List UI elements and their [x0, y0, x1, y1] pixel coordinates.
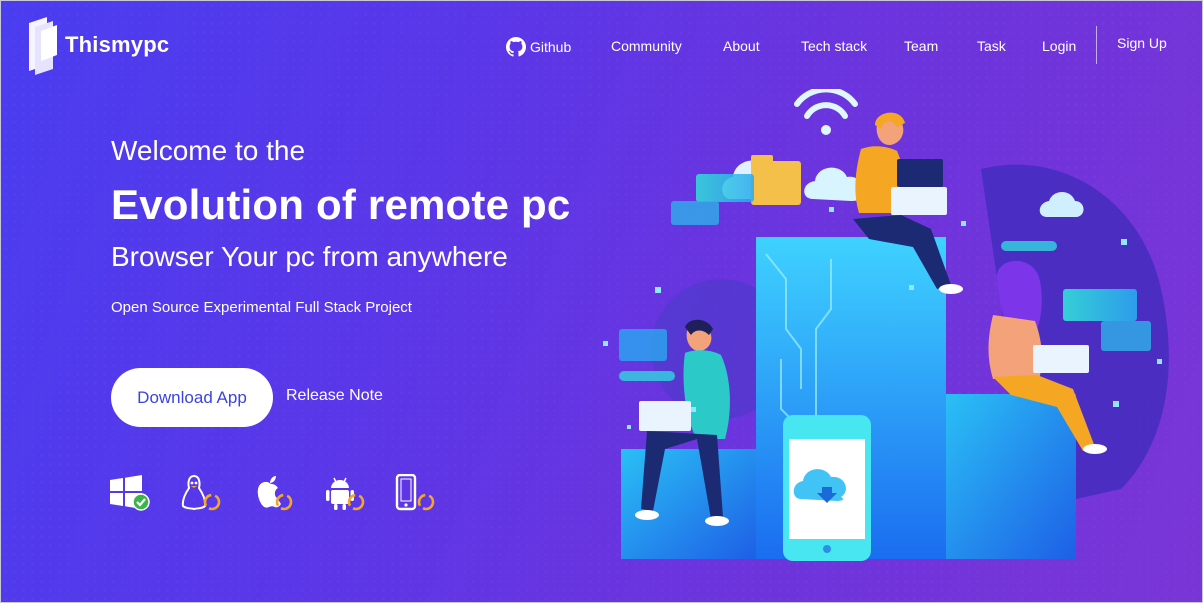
nav-github[interactable]: Github: [506, 37, 571, 57]
info-card: [619, 329, 667, 361]
info-card: [696, 174, 754, 202]
nav-login[interactable]: Login: [1042, 38, 1076, 54]
info-card: [671, 201, 719, 225]
download-app-button[interactable]: Download App: [111, 368, 273, 427]
platform-mobile[interactable]: [395, 474, 439, 514]
page: Thismypc Github Community About Tech sta…: [0, 0, 1203, 603]
nav-signup[interactable]: Sign Up: [1117, 35, 1167, 51]
nav-task[interactable]: Task: [977, 38, 1006, 54]
nav-tech-stack[interactable]: Tech stack: [801, 38, 867, 54]
platform-apple[interactable]: [253, 474, 297, 514]
phone-icon: [783, 415, 871, 561]
platform-linux[interactable]: [181, 474, 225, 514]
apple-icon: [257, 476, 293, 511]
nav-team[interactable]: Team: [904, 38, 938, 54]
info-card: [1101, 321, 1151, 351]
hero-tagline: Open Source Experimental Full Stack Proj…: [111, 299, 412, 316]
info-card: [619, 371, 675, 381]
release-note-link[interactable]: Release Note: [286, 387, 383, 405]
wifi-icon: [794, 89, 858, 135]
folder-icon: [751, 161, 801, 205]
hero-subhead: Browser Your pc from anywhere: [111, 241, 508, 272]
nav-github-label: Github: [530, 39, 572, 55]
info-card: [1001, 241, 1057, 251]
linux-icon: [181, 474, 221, 511]
android-icon: [326, 477, 365, 511]
pillar-left: [621, 449, 756, 559]
platform-android[interactable]: [325, 474, 369, 514]
info-card: [1063, 289, 1137, 321]
platform-windows[interactable]: [109, 474, 153, 514]
nav-community[interactable]: Community: [611, 38, 682, 54]
hero-welcome: Welcome to the: [111, 135, 306, 166]
github-icon: [506, 37, 526, 57]
mobile-icon: [395, 474, 435, 511]
windows-icon: [110, 475, 150, 511]
nav-divider: [1096, 26, 1097, 64]
pillar-right: [946, 394, 1076, 559]
hero-headline: Evolution of remote pc: [111, 181, 571, 228]
hero-illustration: [603, 89, 1169, 561]
nav-about[interactable]: About: [723, 38, 760, 54]
top-nav: Github Community About Tech stack Team T…: [1, 35, 1202, 58]
